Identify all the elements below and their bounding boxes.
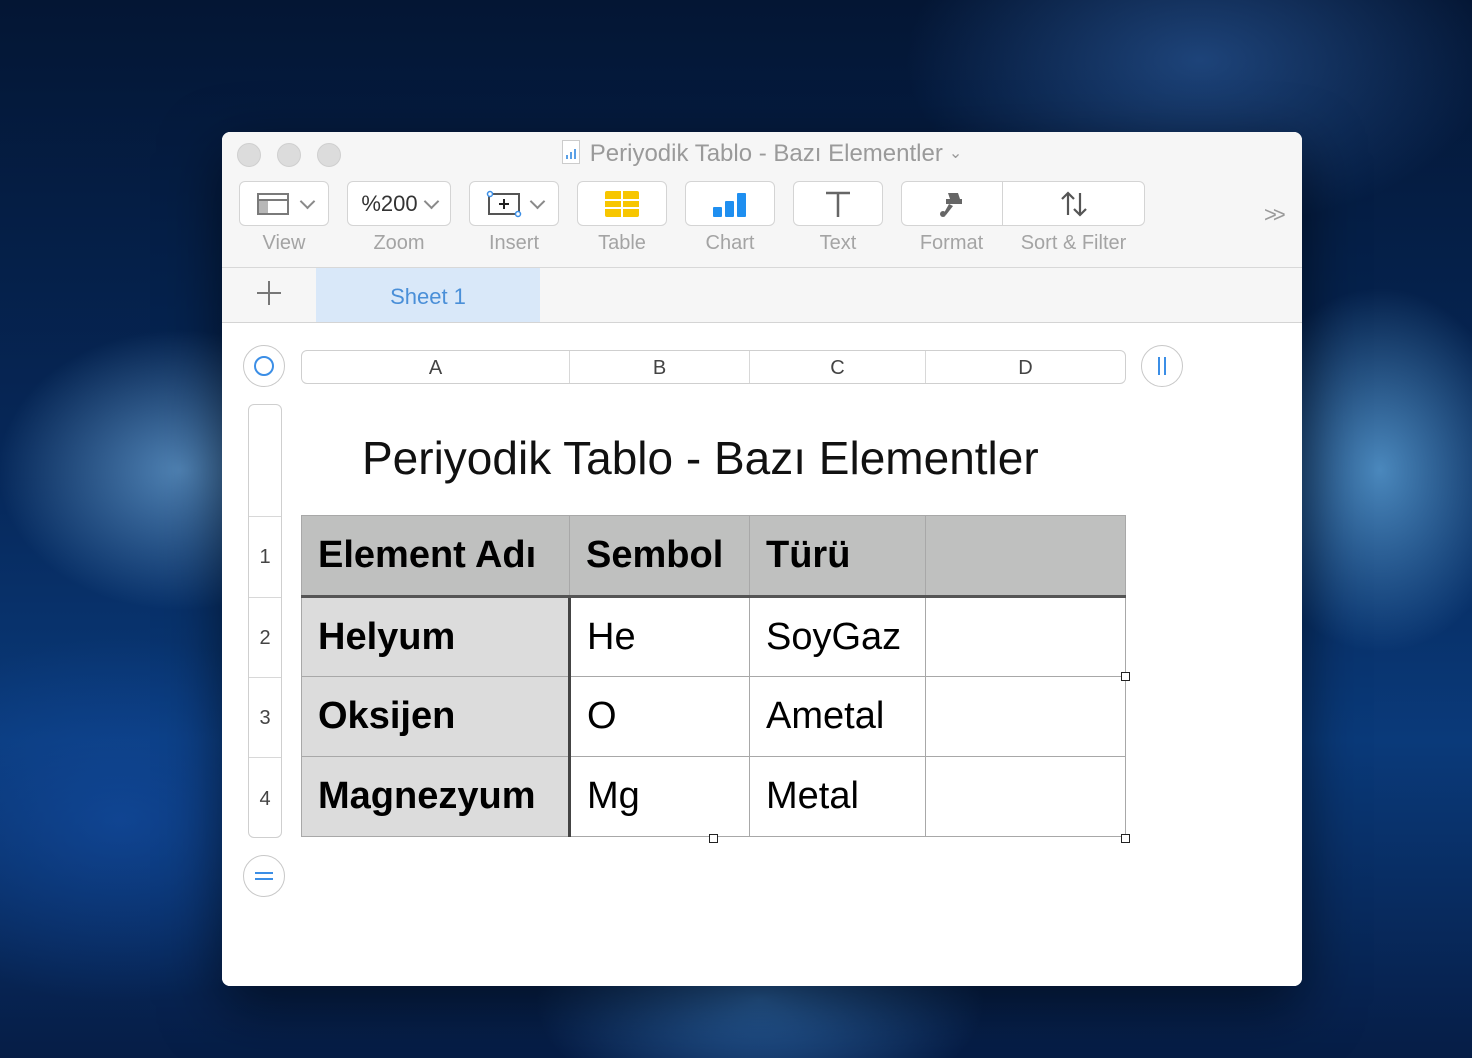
- app-window: Periyodik Tablo - Bazı Elementler ⌄ View …: [222, 132, 1302, 986]
- add-row-button[interactable]: [243, 855, 285, 897]
- row-header-4[interactable]: 4: [249, 757, 281, 837]
- table-cell[interactable]: Mg: [569, 756, 750, 837]
- sheet-tab-bar: Sheet 1: [222, 268, 1302, 323]
- row-header-1[interactable]: 1: [249, 516, 281, 597]
- zoom-label: Zoom: [373, 232, 425, 254]
- table-cell[interactable]: SoyGaz: [749, 596, 926, 677]
- zoom-value: %200: [361, 190, 418, 216]
- row-header-3[interactable]: 3: [249, 677, 281, 757]
- view-sidebar-icon: [256, 192, 289, 215]
- table-title[interactable]: Periyodik Tablo - Bazı Elementler: [362, 431, 1039, 485]
- sort-arrows-icon: [1060, 190, 1087, 217]
- toolbar-overflow-icon[interactable]: >>: [1264, 202, 1286, 228]
- row-name-cell[interactable]: Helyum: [301, 596, 571, 677]
- view-label: View: [262, 232, 306, 254]
- add-sheet-icon[interactable]: [256, 280, 282, 306]
- window-title: Periyodik Tablo - Bazı Elementler: [589, 140, 943, 167]
- row-header-2[interactable]: 2: [249, 597, 281, 677]
- column-header-b[interactable]: B: [570, 351, 750, 383]
- format-sort-group: [901, 181, 1145, 226]
- chart-icon: [713, 192, 746, 217]
- header-cell[interactable]: Element Adı: [301, 515, 570, 598]
- format-button[interactable]: [902, 182, 1003, 225]
- table-cell[interactable]: He: [569, 596, 750, 677]
- chevron-down-icon[interactable]: ⌄: [949, 145, 962, 162]
- table-cell[interactable]: Ametal: [749, 676, 926, 757]
- tab-sheet-1[interactable]: Sheet 1: [316, 268, 540, 322]
- table-icon: [605, 190, 639, 217]
- circle-select-icon: [254, 356, 274, 376]
- table-cell[interactable]: [925, 596, 1126, 677]
- titlebar: Periyodik Tablo - Bazı Elementler ⌄ View …: [222, 132, 1302, 268]
- chevron-down-icon: [529, 193, 545, 209]
- chevron-down-icon: [423, 193, 439, 209]
- data-table: Element Adı Sembol Türü Helyum He SoyGaz…: [301, 515, 1126, 837]
- header-cell[interactable]: Türü: [749, 515, 926, 598]
- sheet-canvas[interactable]: A B C D 1 2 3 4 Periyodik Tablo - Bazı E…: [222, 323, 1302, 986]
- chart-button[interactable]: [685, 181, 775, 226]
- insert-icon: [486, 190, 521, 217]
- header-cell[interactable]: [925, 515, 1126, 598]
- view-button[interactable]: [239, 181, 329, 226]
- format-label: Format: [919, 232, 984, 254]
- text-button[interactable]: [793, 181, 883, 226]
- table-row: Helyum He SoyGaz: [301, 596, 1126, 677]
- window-title-bar[interactable]: Periyodik Tablo - Bazı Elementler ⌄: [222, 140, 1302, 168]
- table-header-row: Element Adı Sembol Türü: [301, 515, 1126, 598]
- spreadsheet-document-icon: [561, 140, 580, 164]
- table-button[interactable]: [577, 181, 667, 226]
- chevron-down-icon: [299, 193, 315, 209]
- row-handle-icon: [255, 872, 273, 880]
- column-header-bar: A B C D: [301, 350, 1126, 384]
- row-header-bar: 1 2 3 4: [248, 404, 282, 838]
- table-cell[interactable]: [925, 756, 1126, 837]
- table-row: Magnezyum Mg Metal: [301, 756, 1126, 837]
- text-icon: [826, 191, 850, 217]
- column-header-c[interactable]: C: [750, 351, 926, 383]
- insert-button[interactable]: [469, 181, 559, 226]
- column-handle-icon: [1158, 357, 1166, 375]
- table-row: Oksijen O Ametal: [301, 676, 1126, 757]
- paintbrush-icon: [940, 192, 962, 217]
- resize-handle-right[interactable]: [1121, 672, 1130, 681]
- table-cell[interactable]: O: [569, 676, 750, 757]
- resize-handle-bottom[interactable]: [709, 834, 718, 843]
- table-cell[interactable]: [925, 676, 1126, 757]
- sort-filter-button[interactable]: [1003, 182, 1144, 225]
- column-header-d[interactable]: D: [926, 351, 1125, 383]
- chart-label: Chart: [705, 232, 755, 254]
- sort-filter-label: Sort & Filter: [1020, 232, 1127, 254]
- row-name-cell[interactable]: Magnezyum: [301, 756, 571, 837]
- column-header-a[interactable]: A: [302, 351, 570, 383]
- row-name-cell[interactable]: Oksijen: [301, 676, 571, 757]
- text-label: Text: [819, 232, 857, 254]
- resize-handle-corner[interactable]: [1121, 834, 1130, 843]
- zoom-select[interactable]: %200: [347, 181, 451, 226]
- select-table-button[interactable]: [243, 345, 285, 387]
- insert-label: Insert: [488, 232, 540, 254]
- table-label: Table: [598, 232, 646, 254]
- add-column-button[interactable]: [1141, 345, 1183, 387]
- table-cell[interactable]: Metal: [749, 756, 926, 837]
- header-cell[interactable]: Sembol: [569, 515, 750, 598]
